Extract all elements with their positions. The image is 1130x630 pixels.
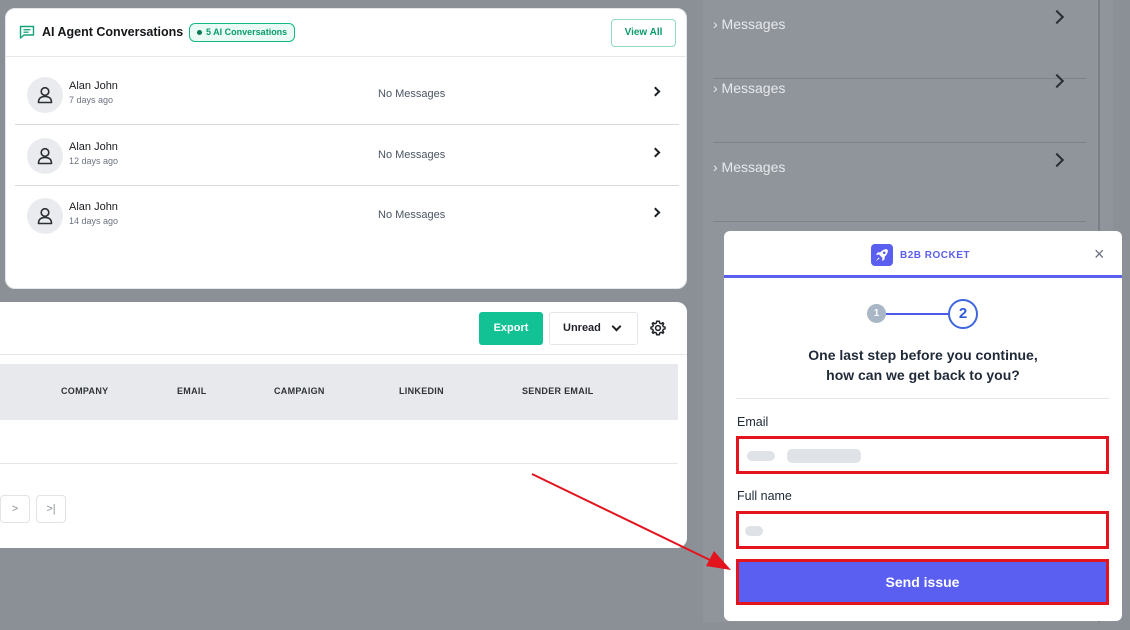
- card-title: AI Agent Conversations: [42, 25, 184, 39]
- column-header-sender-email[interactable]: SENDER EMAIL: [522, 386, 594, 396]
- conversation-time: 7 days ago: [69, 95, 114, 105]
- chevron-right-icon: [1049, 9, 1065, 25]
- unread-filter-label: Unread: [563, 322, 601, 334]
- conversation-name: Alan John: [69, 141, 118, 153]
- user-icon: [37, 207, 53, 225]
- email-label: Email: [737, 415, 769, 429]
- step-2-indicator: 2: [948, 299, 978, 329]
- conversation-time: 14 days ago: [69, 216, 119, 226]
- background-row-text: › Messages: [713, 16, 786, 32]
- ai-conversations-card: AI Agent Conversations 5 AI Conversation…: [5, 8, 687, 289]
- conversation-row[interactable]: Alan John 12 days ago No Messages: [15, 126, 679, 186]
- user-icon: [37, 147, 53, 165]
- chevron-right-icon: [1049, 152, 1065, 168]
- next-page-button[interactable]: >: [0, 495, 30, 523]
- last-page-button[interactable]: >|: [36, 495, 66, 523]
- rocket-logo-icon: [871, 244, 893, 266]
- column-header-linkedin[interactable]: LINKEDIN: [399, 386, 444, 396]
- view-all-button[interactable]: View All: [611, 19, 676, 47]
- chevron-right-icon[interactable]: [650, 207, 661, 218]
- email-field[interactable]: [736, 436, 1109, 474]
- column-header-company[interactable]: COMPANY: [61, 386, 108, 396]
- conversation-message: No Messages: [378, 88, 446, 100]
- table-header: COMPANY EMAIL CAMPAIGN LINKEDIN SENDER E…: [0, 364, 678, 420]
- support-widget: B2B ROCKET × 1 2 One last step before yo…: [724, 231, 1122, 621]
- conversation-row[interactable]: Alan John 14 days ago No Messages: [15, 186, 679, 246]
- redacted-text: [745, 526, 763, 536]
- widget-divider: [736, 398, 1109, 399]
- leads-table-card: Export Unread COMPANY EMAIL CAMPAIGN LIN…: [0, 302, 687, 548]
- card-header: AI Agent Conversations 5 AI Conversation…: [6, 9, 686, 57]
- chevron-right-icon[interactable]: [650, 147, 661, 158]
- toolbar-divider: [0, 354, 687, 355]
- step-1-indicator: 1: [867, 304, 886, 323]
- unread-filter-dropdown[interactable]: Unread: [549, 312, 638, 345]
- gear-icon[interactable]: [650, 320, 666, 336]
- conversation-time: 12 days ago: [69, 156, 119, 166]
- background-row-text: › Messages: [713, 80, 786, 96]
- step-connector: [886, 313, 948, 315]
- avatar: [27, 198, 63, 234]
- background-row-text: › Messages: [713, 159, 786, 175]
- conversation-message: No Messages: [378, 209, 446, 221]
- widget-heading-line2: how can we get back to you?: [826, 367, 1020, 383]
- widget-heading-line1: One last step before you continue,: [808, 347, 1038, 363]
- redacted-text: [747, 451, 775, 461]
- chevron-right-icon: [1049, 73, 1065, 89]
- background-row: › Messages: [713, 64, 1086, 143]
- widget-brand: B2B ROCKET: [900, 250, 971, 261]
- conversation-row[interactable]: Alan John 7 days ago No Messages: [15, 65, 679, 125]
- column-header-campaign[interactable]: CAMPAIGN: [274, 386, 325, 396]
- conversation-name: Alan John: [69, 80, 118, 92]
- send-issue-button[interactable]: Send issue: [736, 559, 1109, 605]
- widget-header: B2B ROCKET ×: [724, 231, 1122, 278]
- redacted-text: [787, 449, 861, 463]
- avatar: [27, 77, 63, 113]
- background-row: › Messages: [713, 143, 1086, 222]
- fullname-field[interactable]: [736, 511, 1109, 549]
- widget-heading: One last step before you continue, how c…: [724, 345, 1122, 385]
- chat-icon: [19, 25, 35, 39]
- close-icon[interactable]: ×: [1094, 245, 1105, 263]
- export-button[interactable]: Export: [479, 312, 543, 345]
- avatar: [27, 138, 63, 174]
- conversation-count-badge: 5 AI Conversations: [189, 23, 296, 42]
- chevron-down-icon: [611, 321, 622, 332]
- table-body: [0, 420, 678, 464]
- conversation-name: Alan John: [69, 201, 118, 213]
- user-icon: [37, 86, 53, 104]
- fullname-label: Full name: [737, 489, 792, 503]
- column-header-email[interactable]: EMAIL: [177, 386, 207, 396]
- chevron-right-icon[interactable]: [650, 86, 661, 97]
- conversation-message: No Messages: [378, 149, 446, 161]
